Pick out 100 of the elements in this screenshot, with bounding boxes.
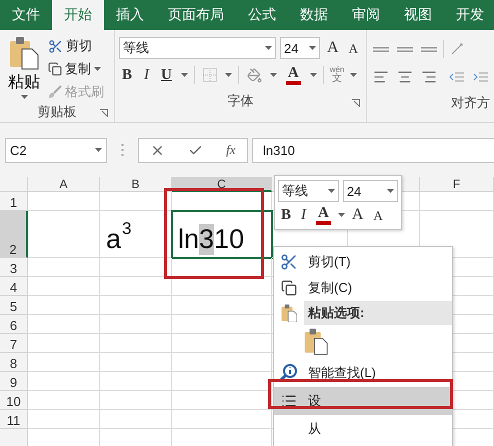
grid-cell	[100, 353, 172, 372]
fill-color-button[interactable]	[244, 68, 264, 82]
grid-cell	[28, 192, 100, 211]
ribbon-tab[interactable]: 审阅	[340, 0, 392, 30]
paste-option-item[interactable]	[274, 325, 452, 359]
ribbon-tab[interactable]: 视图	[392, 0, 444, 30]
grip-icon	[121, 143, 124, 157]
shrink-font-button[interactable]: A	[346, 42, 361, 54]
paste-icon	[9, 36, 39, 70]
align-center-icon	[397, 69, 413, 85]
grid-cell	[100, 410, 172, 429]
grid-cell	[100, 277, 172, 296]
caret-icon	[310, 73, 317, 77]
grow-font-button[interactable]: A	[324, 40, 342, 56]
indent-icon	[449, 70, 465, 84]
row-header[interactable]: 10	[0, 391, 28, 410]
table-cell: a$^{3}$	[100, 211, 172, 258]
name-box[interactable]: C2	[5, 138, 107, 162]
group-label: 对齐方	[451, 94, 490, 112]
dialog-launcher-icon[interactable]	[100, 109, 108, 117]
grid-cell	[100, 296, 172, 315]
lookup-icon	[280, 364, 298, 382]
ribbon-tab[interactable]: 页面布局	[156, 0, 236, 30]
ribbon-tab[interactable]: 插入	[104, 0, 156, 30]
menu-section-header: 粘贴选项:	[304, 301, 452, 325]
grid-cell	[28, 353, 100, 372]
grid-cell	[28, 296, 100, 315]
grid-cell	[100, 258, 172, 277]
row-header[interactable]: 6	[0, 315, 28, 334]
italic-button[interactable]: I	[141, 68, 152, 82]
grid-cell	[28, 277, 100, 296]
ribbon-tab[interactable]: 开始	[52, 0, 104, 30]
ribbon-tab[interactable]: 开发	[444, 0, 494, 30]
brush-icon	[48, 85, 62, 99]
grid-cell	[28, 410, 100, 429]
shrink-font-button[interactable]: A	[370, 208, 386, 222]
phonetic-button[interactable]: wén 文	[330, 66, 344, 84]
grid-cell	[28, 334, 100, 353]
cut-button[interactable]: 剪切	[48, 36, 104, 56]
indent-button[interactable]	[447, 70, 467, 84]
indent-button[interactable]	[471, 70, 491, 84]
row-header[interactable]: 5	[0, 296, 28, 315]
row-header[interactable]: 1	[0, 192, 28, 211]
caret-icon	[265, 46, 272, 50]
grow-font-button[interactable]: A	[348, 207, 366, 223]
clipboard-icon	[280, 304, 298, 322]
font-name-dropdown[interactable]: 等线	[119, 37, 276, 59]
row-header[interactable]: 9	[0, 372, 28, 391]
bold-button[interactable]: B	[119, 68, 136, 82]
lines-icon	[421, 46, 437, 52]
row-header[interactable]	[0, 429, 28, 446]
paste-option-icon	[304, 328, 328, 356]
align-left-icon	[373, 69, 389, 85]
caret-icon	[224, 73, 232, 77]
select-all-corner[interactable]	[0, 177, 28, 192]
ribbon-tab[interactable]: 数据	[288, 0, 340, 30]
menu-item[interactable]: 剪切(T)	[274, 249, 452, 275]
align-right-icon	[421, 69, 437, 85]
ribbon-tab[interactable]: 文件	[0, 0, 52, 30]
grid-cell	[100, 391, 172, 410]
column-header[interactable]: F	[420, 177, 494, 192]
font-color-button[interactable]: A	[282, 66, 304, 84]
grid-cell	[28, 391, 100, 410]
borders-button[interactable]	[200, 68, 219, 82]
grid-cell	[28, 258, 100, 277]
border-icon	[202, 68, 217, 82]
italic-button[interactable]: I	[298, 208, 310, 222]
font-size-dropdown[interactable]: 24	[342, 180, 398, 202]
menu-item[interactable]: 复制(C)	[274, 275, 452, 301]
grid-cell	[100, 315, 172, 334]
row-header[interactable]: 8	[0, 353, 28, 372]
scissors-icon	[48, 38, 63, 54]
caret-icon	[350, 73, 358, 77]
table-cell: ln310	[172, 211, 272, 258]
column-header[interactable]: B	[100, 177, 172, 192]
bold-button[interactable]: B	[278, 208, 294, 222]
row-header[interactable]: 11	[0, 410, 28, 429]
list-icon	[281, 393, 297, 409]
underline-button[interactable]: U	[158, 68, 175, 82]
paste-button[interactable]: 粘贴	[4, 36, 44, 102]
row-header[interactable]: 7	[0, 334, 28, 353]
caret-icon	[387, 189, 394, 193]
row-header[interactable]: 2	[0, 211, 28, 258]
insert-function-button[interactable]: fx	[226, 142, 236, 158]
caret-icon	[95, 148, 102, 152]
menu-item[interactable]: 从	[274, 415, 452, 443]
column-header[interactable]: A	[28, 177, 100, 192]
formula-field[interactable]: ln310	[252, 138, 494, 162]
row-header[interactable]: 3	[0, 258, 28, 277]
caret-icon	[309, 46, 316, 50]
dialog-launcher-icon[interactable]	[352, 99, 360, 107]
copy-button[interactable]: 复制	[48, 59, 104, 79]
grid-cell	[100, 372, 172, 391]
row-header[interactable]: 4	[0, 277, 28, 296]
ribbon-tab[interactable]: 公式	[236, 0, 288, 30]
group-label: 剪贴板	[38, 103, 76, 121]
font-name-dropdown[interactable]: 等线	[278, 180, 339, 202]
font-color-button[interactable]: A	[313, 206, 334, 224]
scissors-icon	[280, 253, 298, 271]
font-size-dropdown[interactable]: 24	[280, 37, 320, 59]
